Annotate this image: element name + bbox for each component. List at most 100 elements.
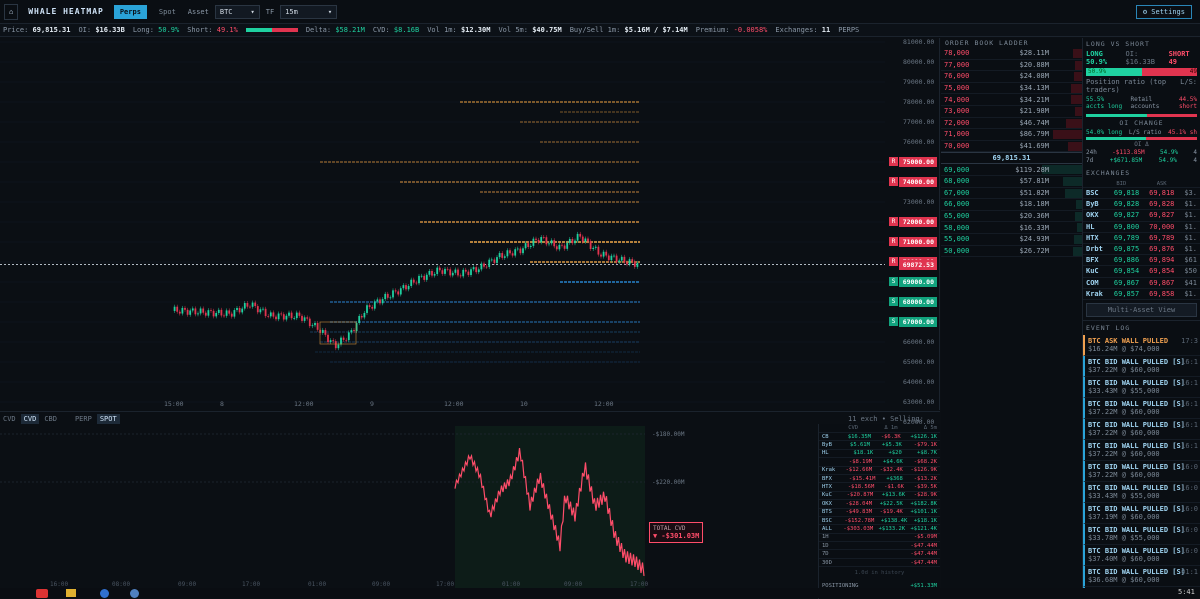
event-item[interactable]: BTC BID WALL PULLED [S] $37.19M @ $60,000… [1083, 502, 1200, 524]
candle [290, 312, 293, 319]
candle [207, 310, 210, 316]
cvd-chart[interactable]: -$180.00M -$220.00M [0, 426, 700, 596]
cvd-period-row: 30D -$47.44M [819, 559, 940, 568]
ladder-row[interactable]: 71,000 $86.79M [941, 129, 1082, 141]
candle [353, 330, 355, 332]
cvd-tab[interactable]: SPOT [96, 414, 120, 424]
settings-button[interactable]: ⚙ Settings [1135, 5, 1192, 19]
home-icon[interactable]: ⌂ [4, 3, 19, 20]
event-title: BTC BID WALL PULLED [S] [1088, 357, 1185, 366]
app-icon[interactable] [130, 589, 139, 598]
candle [246, 303, 249, 307]
cvd-period-row: 1D -$47.44M [819, 542, 940, 551]
cvd-cell: KuC [822, 492, 832, 499]
event-item[interactable]: BTC BID WALL PULLED [S] $37.22M @ $60,000… [1083, 397, 1200, 419]
ladder-row[interactable]: 65,000 $20.36M [941, 211, 1082, 223]
ladder-row[interactable]: 68,000 $57.81M [941, 176, 1082, 188]
event-item[interactable]: BTC BID WALL PULLED [S] $37.22M @ $60,000… [1083, 355, 1200, 377]
candle [462, 269, 465, 277]
ladder-row[interactable]: 77,000 $20.88M [941, 60, 1082, 72]
ladder-price: 73,000 [944, 107, 970, 116]
event-item[interactable]: BTC BID WALL PULLED [S] $37.22M @ $60,000… [1083, 439, 1200, 461]
ladder-row[interactable]: 55,000 $24.93M [941, 234, 1082, 246]
cvd-cell: +$4.6K [883, 458, 903, 465]
heatmap-canvas[interactable] [0, 38, 940, 410]
candle [405, 285, 407, 290]
ladder-row[interactable]: 70,000 $41.69M [941, 141, 1082, 153]
cvd-cell: -$6.3K [880, 433, 901, 440]
oi-cell: +$671.85M [1109, 156, 1143, 164]
multi-asset-view-button[interactable]: Multi-Asset View [1086, 302, 1197, 317]
ladder-row[interactable]: 73,000 $21.98M [941, 106, 1082, 118]
ladder-size: $34.13M [1019, 84, 1049, 93]
ladder-row[interactable]: 67,000 $51.82M [941, 188, 1082, 200]
cvd-tab[interactable]: PERP [72, 414, 95, 424]
price-level-label: 69000.00 [899, 277, 937, 287]
cvd-tab[interactable]: CBD [41, 414, 60, 424]
exchange-cell: Drbt [1086, 245, 1103, 254]
folder-icon[interactable] [66, 589, 76, 597]
candle [399, 288, 402, 295]
exchange-row[interactable]: Drbt 69,875 69,876 $1. [1083, 244, 1200, 256]
exchange-row[interactable]: OKX 69,827 69,827 $1. [1083, 210, 1200, 222]
event-item[interactable]: BTC BID WALL PULLED [S] $33.43M @ $55,000… [1083, 481, 1200, 503]
exchange-cell: 69,818 [1149, 189, 1175, 198]
exchange-cell: 69,854 [1149, 267, 1175, 276]
event-item[interactable]: BTC BID WALL PULLED [S] $33.43M @ $55,000… [1083, 376, 1200, 398]
ladder-row[interactable]: 72,000 $46.74M [941, 118, 1082, 130]
browser-icon[interactable] [36, 589, 48, 598]
ladder-row[interactable]: 50,000 $26.72M [941, 246, 1082, 258]
asset-select[interactable]: BTC ▾ [214, 4, 260, 19]
event-time: 16:0 [1181, 504, 1198, 513]
exchange-row[interactable]: BSC 69,818 69,818 $3. [1083, 188, 1200, 200]
stat-value: $58.21M [335, 26, 365, 34]
exchange-row[interactable]: COM 69,867 69,867 $41 [1083, 278, 1200, 289]
timeframe-select[interactable]: 15m ▾ [280, 4, 338, 19]
tab-spot[interactable]: Spot [153, 5, 182, 19]
ladder-row[interactable]: 58,000 $16.33M [941, 222, 1082, 234]
tab-perps[interactable]: Perps [113, 4, 147, 19]
cvd-cell: +$5.3K [881, 442, 902, 449]
exchange-row[interactable]: HL 69,800 70,000 $1. [1083, 222, 1200, 233]
ladder-price: 69,000 [944, 165, 970, 174]
ladder-row[interactable]: 69,000 $119.28M [941, 164, 1082, 176]
ladder-row[interactable]: 66,000 $18.18M [941, 199, 1082, 211]
event-item[interactable]: BTC ASK WALL PULLED $16.24M @ $74,000 17:3 [1083, 334, 1200, 356]
cvd-cell: -$19.4K [879, 509, 903, 516]
event-item[interactable]: BTC BID WALL PULLED [S] $37.22M @ $60,000… [1083, 418, 1200, 440]
exchange-cell: 69,800 [1113, 222, 1140, 231]
exchange-row[interactable]: KuC 69,854 69,854 $50 [1083, 266, 1200, 278]
exchange-cell: $1. [1184, 211, 1197, 220]
event-item[interactable]: BTC BID WALL PULLED [S] $37.40M @ $60,000… [1083, 544, 1200, 566]
exchange-row[interactable]: Krak 69,857 69,858 $1. [1083, 289, 1200, 300]
ladder-size: $26.72M [1019, 246, 1049, 255]
stat-item: Premium: -0.0058% [696, 26, 768, 34]
candle [233, 310, 236, 317]
event-item[interactable]: BTC BID WALL PULLED [S] $36.68M @ $60,000… [1083, 565, 1200, 587]
retail-label: Retail accounts [1130, 96, 1160, 110]
ls-bar: 50.9% 49 [1086, 68, 1197, 76]
candle [301, 315, 303, 321]
cvd-cell: BTS [822, 509, 832, 516]
cvd-cell: OKX [822, 500, 832, 507]
ladder-row[interactable]: 76,000 $24.08M [941, 71, 1082, 83]
exchange-row[interactable]: HTX 69,789 69,789 $1. [1083, 233, 1200, 244]
event-item[interactable]: BTC BID WALL PULLED [S] $33.78M @ $55,000… [1083, 523, 1200, 545]
stat-item: Exchanges: 11 [775, 26, 830, 34]
stat-item: Short: 49.1% [187, 26, 238, 34]
exchange-row[interactable]: BFX 69,886 69,894 $61 [1083, 255, 1200, 267]
candle [402, 285, 405, 289]
ladder-row[interactable]: 75,000 $34.13M [941, 83, 1082, 95]
exchange-cell: $1. [1184, 233, 1197, 242]
col-head: ASK [1156, 180, 1167, 187]
app-icon[interactable] [100, 589, 109, 598]
cvd-tab[interactable]: CVD [20, 414, 40, 424]
ladder-row[interactable]: 78,000 $28.11M [941, 48, 1082, 60]
ladder-row[interactable]: 74,000 $34.21M [941, 94, 1082, 106]
event-item[interactable]: BTC BID WALL PULLED [S] $37.22M @ $60,000… [1083, 460, 1200, 482]
candle [386, 293, 389, 298]
heatmap-chart[interactable] [0, 38, 940, 410]
exchange-row[interactable]: ByB 69,828 69,828 $1. [1083, 199, 1200, 211]
ladder-price: 72,000 [944, 118, 970, 127]
cvd-tab[interactable]: CVD [0, 414, 19, 424]
